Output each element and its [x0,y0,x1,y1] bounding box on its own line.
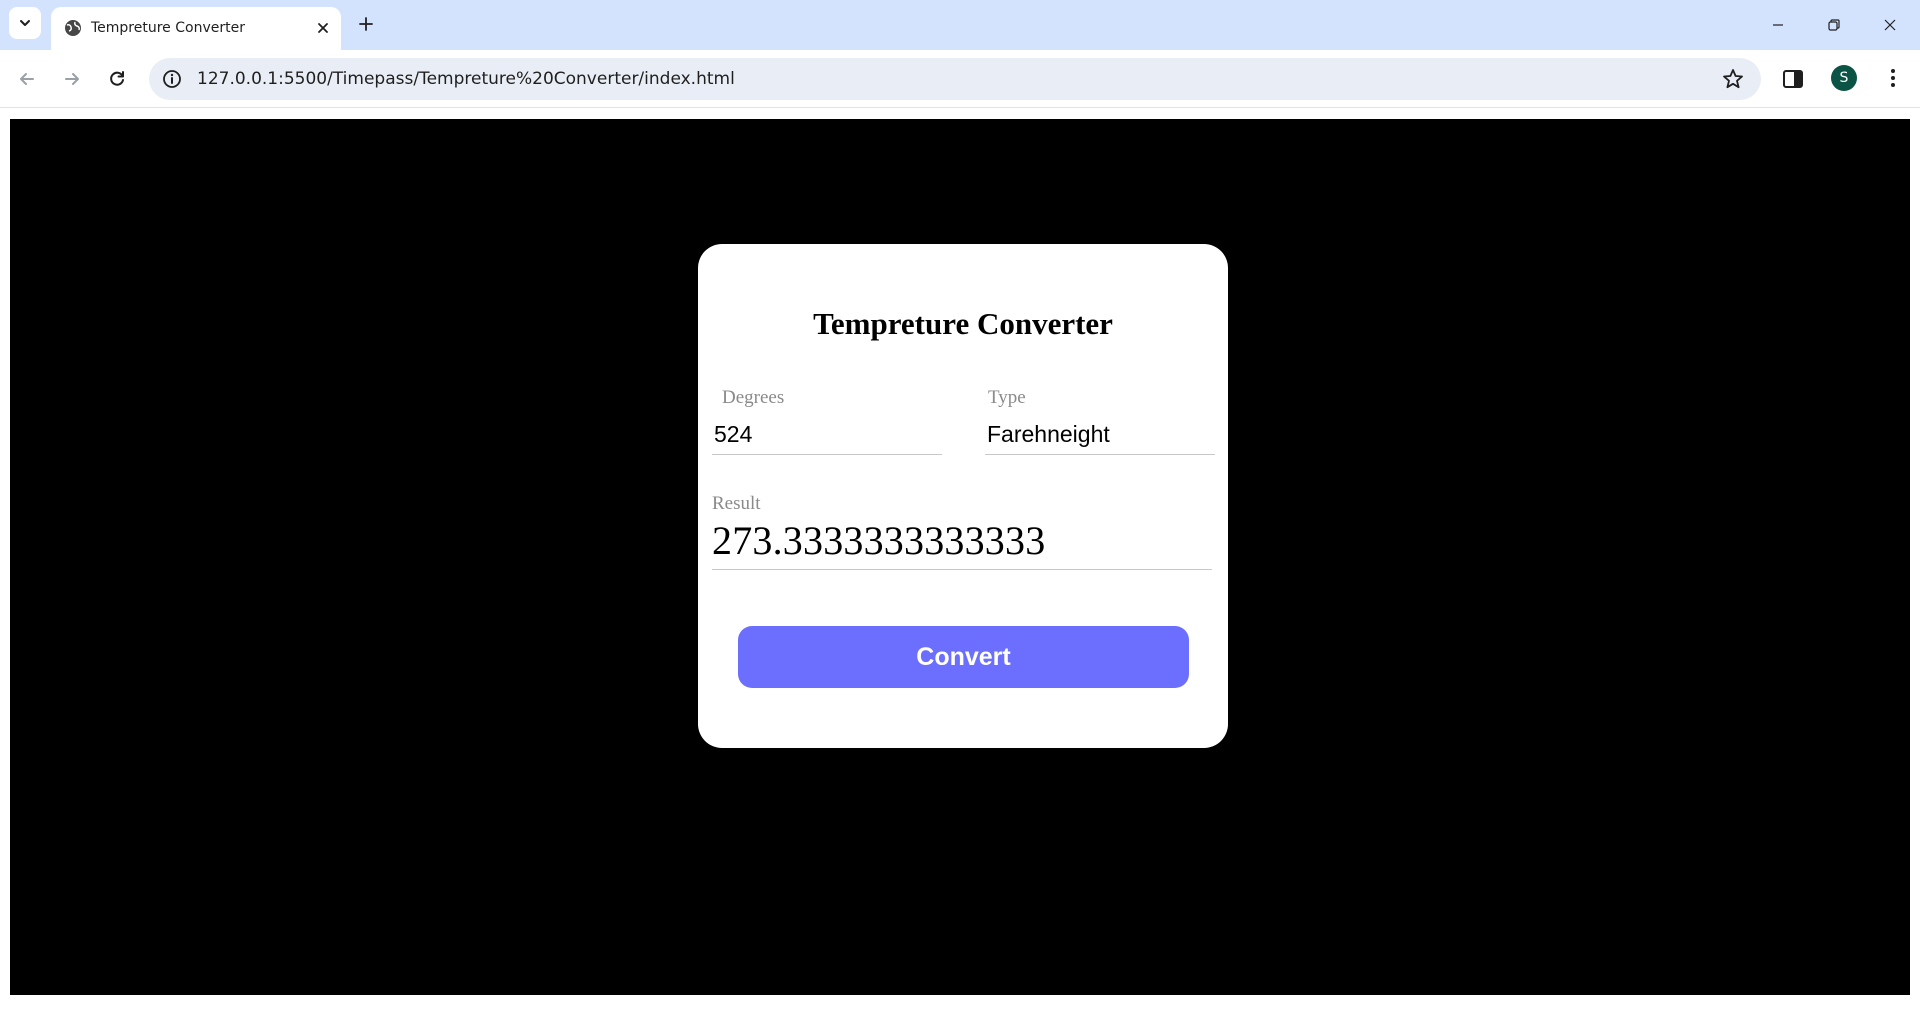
profile-avatar[interactable]: S [1831,65,1857,91]
restore-button[interactable] [1806,0,1862,50]
browser-toolbar: 127.0.0.1:5500/Timepass/Tempreture%20Con… [0,50,1920,108]
kebab-menu-icon [1891,69,1895,87]
minimize-icon [1773,24,1783,26]
page-title: Tempreture Converter [813,306,1113,341]
restore-icon [1828,19,1840,31]
address-bar[interactable]: 127.0.0.1:5500/Timepass/Tempreture%20Con… [149,58,1761,100]
degrees-input[interactable] [712,415,942,455]
close-icon [1884,19,1896,31]
close-window-button[interactable] [1862,0,1918,50]
result-divider [712,569,1212,570]
converter-card: Tempreture Converter Degrees Type Result… [698,244,1228,748]
type-label: Type [988,387,1026,408]
result-value: 273.3333333333333 [712,518,1046,563]
arrow-left-icon [20,73,34,85]
tab-search-button[interactable] [9,7,41,39]
arrow-right-icon [65,73,79,85]
convert-button[interactable]: Convert [738,626,1189,688]
forward-button[interactable] [55,62,89,96]
new-tab-button[interactable] [353,11,379,37]
menu-button[interactable] [1880,65,1906,91]
result-label: Result [712,493,761,514]
browser-tab[interactable]: Tempreture Converter [51,7,341,50]
tab-close-button[interactable] [311,16,335,40]
reload-button[interactable] [100,62,134,96]
tab-strip: Tempreture Converter [0,0,1920,50]
info-icon[interactable] [161,68,183,90]
side-panel-icon[interactable] [1781,67,1805,91]
minimize-button[interactable] [1750,0,1806,50]
tab-title: Tempreture Converter [91,20,245,36]
page-viewport: Tempreture Converter Degrees Type Result… [10,119,1910,995]
degrees-label: Degrees [722,387,785,408]
type-input[interactable] [985,415,1215,455]
plus-icon [359,17,373,31]
close-icon [318,23,328,33]
reload-icon [110,71,124,86]
url-text[interactable]: 127.0.0.1:5500/Timepass/Tempreture%20Con… [197,69,735,89]
globe-icon [65,20,81,36]
chevron-down-icon [20,20,30,26]
back-button[interactable] [10,62,44,96]
star-icon[interactable] [1721,67,1745,91]
